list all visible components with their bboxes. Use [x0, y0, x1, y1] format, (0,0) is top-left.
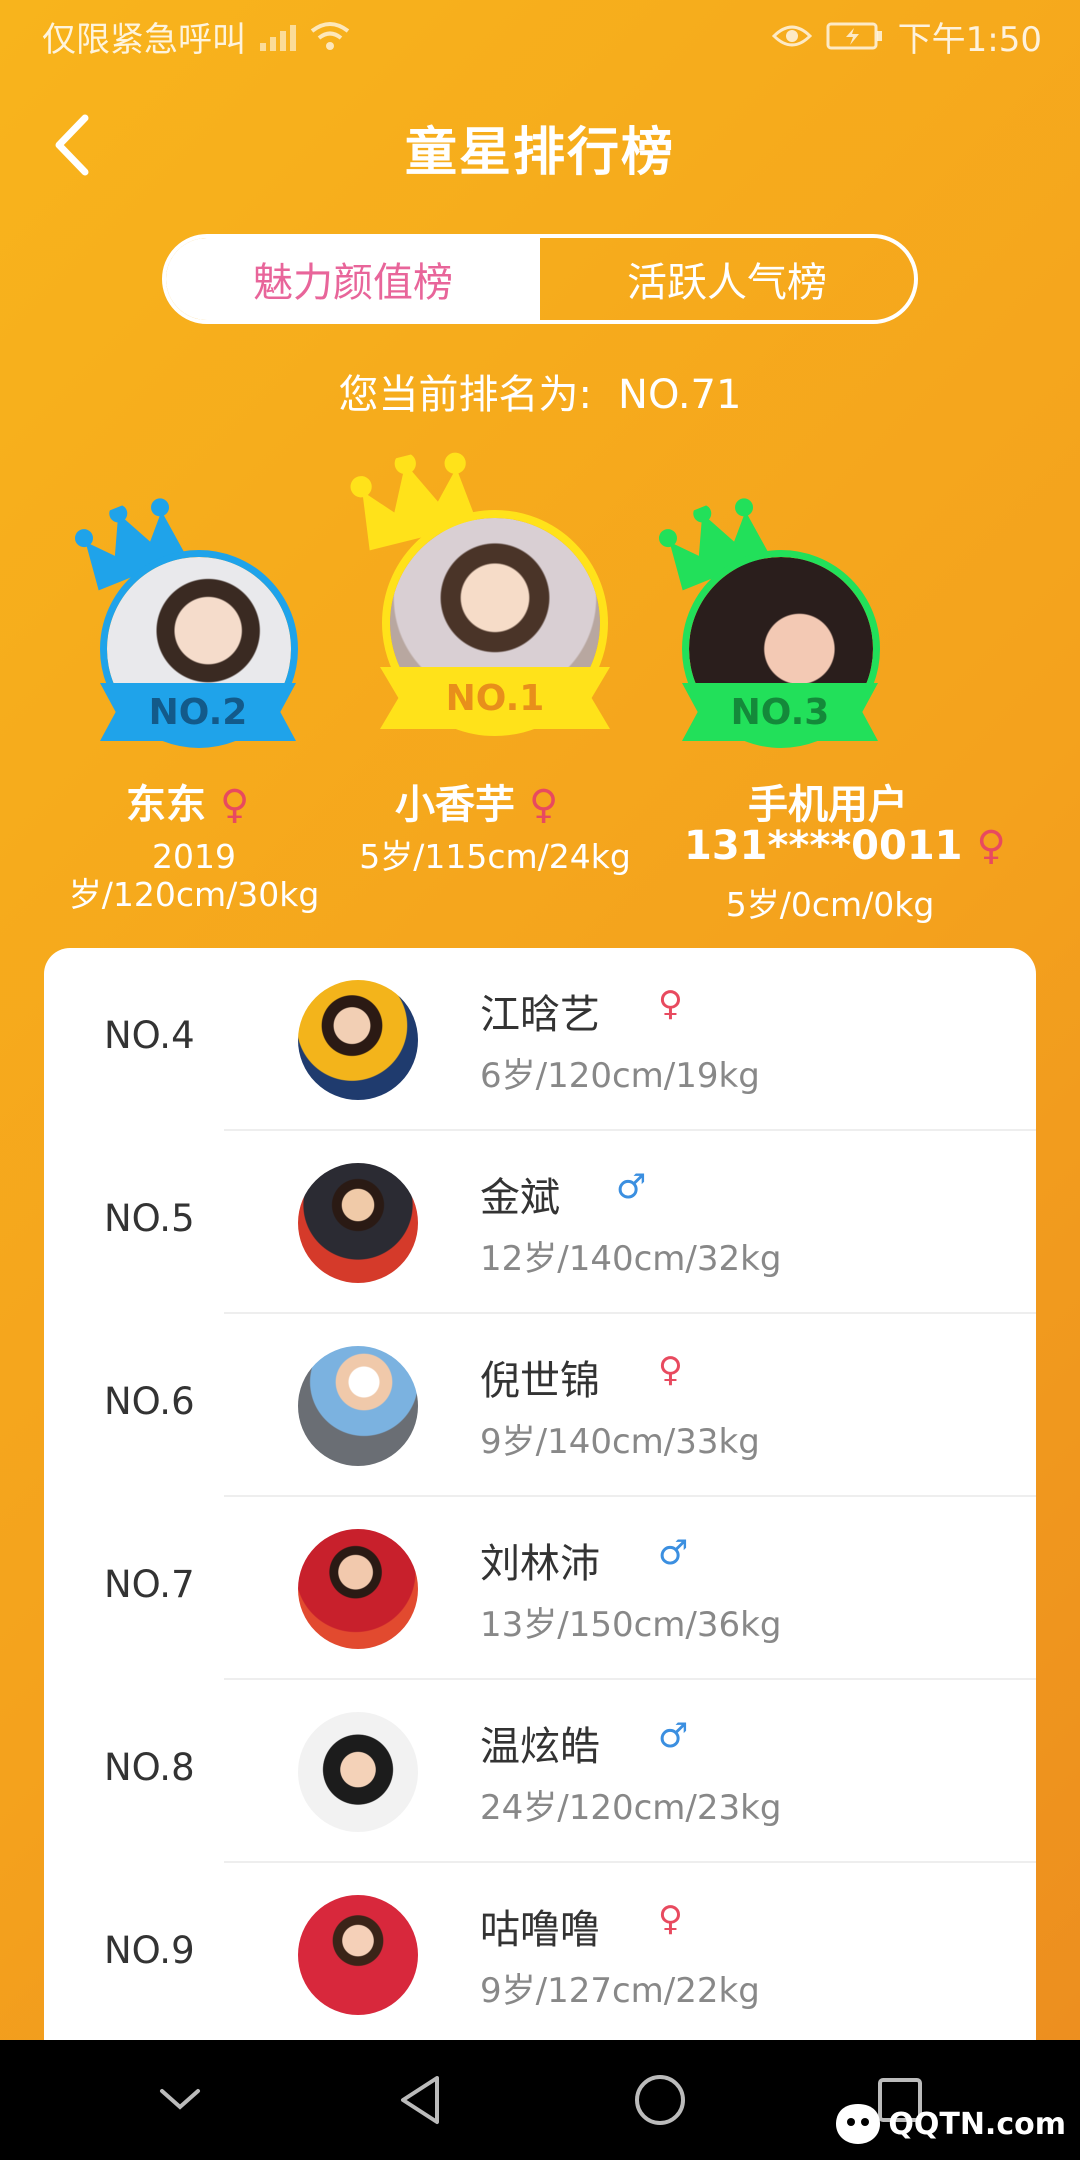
row-stats: 9岁/127cm/22kg — [480, 1971, 760, 2011]
row-rank: NO.6 — [104, 1380, 195, 1423]
status-left: 仅限紧急呼叫 — [42, 12, 350, 61]
list-item[interactable]: NO.6 倪世锦 ♀ 9岁/140cm/33kg — [44, 1314, 1036, 1497]
podium-stats: 2019 岁/120cm/30kg — [68, 837, 320, 914]
header: 童星排行榜 — [0, 72, 1080, 222]
row-name: 江晗艺 — [480, 992, 600, 1038]
row-rank: NO.8 — [104, 1746, 195, 1789]
row-rank: NO.5 — [104, 1197, 195, 1240]
chevron-left-icon — [55, 114, 89, 176]
collapse-button[interactable] — [140, 2060, 220, 2140]
female-icon: ♀ — [658, 1350, 683, 1390]
row-stats: 9岁/140cm/33kg — [480, 1422, 760, 1462]
tab-popularity[interactable]: 活跃人气榜 — [540, 238, 914, 320]
tab-charm[interactable]: 魅力颜值榜 — [166, 238, 540, 320]
female-icon: ♀ — [658, 984, 683, 1024]
female-icon: ♀ — [219, 782, 250, 828]
status-right: 下午1:50 — [771, 12, 1042, 61]
rank-ribbon: NO.1 — [380, 667, 610, 729]
male-icon: ♂ — [658, 1716, 689, 1756]
male-icon: ♂ — [658, 1533, 689, 1573]
home-circle-icon — [635, 2075, 685, 2125]
list-item[interactable]: NO.9 咕噜噜 ♀ 9岁/127cm/22kg — [44, 1863, 1036, 2040]
male-icon: ♂ — [616, 1167, 647, 1207]
ranking-tabs: 魅力颜值榜 活跃人气榜 — [162, 234, 918, 324]
my-rank-label: 您当前排名为: — [338, 372, 593, 418]
avatar — [298, 1163, 418, 1283]
page-title: 童星排行榜 — [404, 122, 675, 183]
podium-name: 小香芋 ♀ — [395, 782, 559, 828]
ranking-list: NO.4 江晗艺 ♀ 6岁/120cm/19kg NO.5 金斌 ♂ 12岁/1… — [44, 948, 1036, 2040]
female-icon: ♀ — [658, 1899, 683, 1939]
row-name: 咕噜噜 — [480, 1907, 600, 1953]
watermark-logo: QQTN.com — [834, 2102, 1066, 2146]
row-stats: 12岁/140cm/32kg — [480, 1239, 782, 1279]
my-rank: 您当前排名为: NO.71 — [0, 362, 1080, 420]
row-stats: 24岁/120cm/23kg — [480, 1788, 782, 1828]
avatar — [298, 1346, 418, 1466]
row-name: 倪世锦 — [480, 1358, 600, 1404]
carrier-text: 仅限紧急呼叫 — [42, 19, 246, 60]
my-rank-value: NO.71 — [618, 372, 742, 418]
list-item[interactable]: NO.8 温炫皓 ♂ 24岁/120cm/23kg — [44, 1680, 1036, 1863]
row-name: 刘林沛 — [480, 1541, 600, 1587]
avatar — [298, 1895, 418, 2015]
row-rank: NO.7 — [104, 1563, 195, 1606]
podium-name: 东东 ♀ — [126, 782, 250, 828]
female-icon: ♀ — [528, 782, 559, 828]
row-name: 金斌 — [480, 1175, 560, 1221]
row-rank: NO.9 — [104, 1929, 195, 1972]
podium-name-line2: 131****0011 ♀ — [684, 823, 1006, 869]
nav-back-button[interactable] — [380, 2060, 460, 2140]
podium-name: 手机用户 — [748, 782, 908, 828]
qqtn-logo-icon — [836, 2104, 881, 2144]
back-triangle-icon — [401, 2076, 439, 2124]
avatar — [298, 1712, 418, 1832]
row-rank: NO.4 — [104, 1014, 195, 1057]
list-item[interactable]: NO.4 江晗艺 ♀ 6岁/120cm/19kg — [44, 948, 1036, 1131]
row-stats: 6岁/120cm/19kg — [480, 1056, 760, 1096]
list-item[interactable]: NO.5 金斌 ♂ 12岁/140cm/32kg — [44, 1131, 1036, 1314]
status-bar: 仅限紧急呼叫 下午1:50 — [0, 0, 1080, 72]
podium-stats: 5岁/115cm/24kg — [359, 837, 631, 876]
watermark-text: QQTN.com — [888, 2106, 1066, 2142]
nav-home-button[interactable] — [620, 2060, 700, 2140]
collapse-chevron-icon — [160, 2089, 200, 2110]
back-button[interactable] — [36, 110, 106, 180]
avatar — [298, 1529, 418, 1649]
wifi-icon — [310, 21, 350, 51]
rank-ribbon: NO.3 — [682, 683, 878, 741]
female-icon: ♀ — [976, 823, 1006, 869]
row-name: 温炫皓 — [480, 1724, 600, 1770]
no-signal-icon — [260, 21, 296, 51]
eye-icon — [771, 22, 812, 50]
rank-ribbon: NO.2 — [100, 683, 296, 741]
clock: 下午1:50 — [897, 19, 1042, 60]
avatar — [298, 980, 418, 1100]
list-item[interactable]: NO.7 刘林沛 ♂ 13岁/150cm/36kg — [44, 1497, 1036, 1680]
battery-charging-icon — [826, 21, 884, 51]
podium-stats: 5岁/0cm/0kg — [725, 885, 935, 924]
row-stats: 13岁/150cm/36kg — [480, 1605, 782, 1645]
